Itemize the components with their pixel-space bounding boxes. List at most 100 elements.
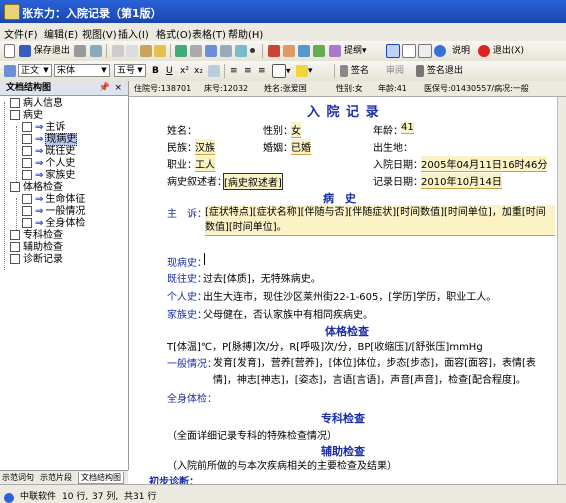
- spell-icon[interactable]: [313, 44, 325, 58]
- save-icon: [19, 44, 31, 57]
- sign-button[interactable]: 签名: [340, 64, 369, 78]
- grid-icon[interactable]: [220, 44, 232, 58]
- personal-history-value[interactable]: 出生大连市，现住沙区莱州街22-1-605，[学历]学历，职业工人。: [203, 288, 496, 303]
- underline-button[interactable]: U: [166, 64, 173, 78]
- age-value[interactable]: 41: [401, 122, 414, 134]
- name-label: 姓名：: [167, 126, 197, 137]
- dot-icon[interactable]: [250, 44, 255, 58]
- menu-file[interactable]: 文件(F): [4, 26, 38, 41]
- tree-item-patient-info[interactable]: 病人信息: [10, 98, 63, 110]
- style-icon[interactable]: [4, 64, 16, 78]
- copy-icon[interactable]: [126, 44, 138, 58]
- admission-number: 住院号:138701: [134, 84, 192, 93]
- pin-icon[interactable]: 📌: [99, 81, 110, 95]
- vitals-value[interactable]: T[体温]℃，P[脉搏]次/分，R[呼吸]次/分，BP[收缩压]/[舒张压]mm…: [167, 338, 483, 353]
- format-brush-icon[interactable]: [154, 44, 166, 58]
- total-lines: 共31 行: [124, 492, 157, 502]
- submit-button[interactable]: 提纲▾: [344, 44, 367, 58]
- record-date-value[interactable]: 2010年10月14日: [421, 173, 502, 189]
- font-select[interactable]: 宋体 ▼: [54, 64, 110, 77]
- family-history-value[interactable]: 父母健在，否认家族中有相同疾病史。: [203, 306, 373, 321]
- print-icon[interactable]: [74, 44, 86, 58]
- paste-icon[interactable]: [140, 44, 152, 58]
- settings-icon[interactable]: [283, 44, 295, 58]
- review-button[interactable]: 审阅: [386, 64, 404, 78]
- bold-button[interactable]: B: [152, 64, 159, 78]
- superscript-button[interactable]: x₂: [194, 64, 203, 78]
- tree-item-general-condition[interactable]: ⇒ 一般情况: [22, 206, 85, 218]
- narrator-value[interactable]: [病史叙述者]: [223, 173, 283, 190]
- tree-item-personal-history[interactable]: ⇒ 个人史: [22, 158, 75, 170]
- job-label: 职业：: [167, 160, 197, 171]
- help-button[interactable]: 说明: [452, 44, 470, 58]
- tree-item-history[interactable]: 病史: [10, 110, 43, 122]
- align-center-icon[interactable]: ≡: [244, 64, 252, 78]
- font-color-icon[interactable]: [208, 64, 220, 78]
- chief-complaint-value[interactable]: [症状特点][症状名称][伴随与否][伴随症状][时间数值][时间单位]，加重[…: [205, 205, 555, 236]
- tree-item-past-history[interactable]: ⇒ 既往史: [22, 146, 75, 158]
- job-value[interactable]: 工人: [195, 156, 215, 172]
- save-exit-button[interactable]: 保存退出: [19, 44, 70, 58]
- sign-exit-button[interactable]: 签名退出: [416, 64, 463, 78]
- personal-history-label: 个人史：: [167, 292, 207, 303]
- format-toolbar: 正文 ▼ 宋体 ▼ 五号 ▼ B U x² x₂ ≡ ≡ ≡ ▾ ▾ 签名 审阅 签名…: [0, 61, 566, 82]
- close-icon[interactable]: ×: [114, 81, 122, 95]
- marital-value[interactable]: 已婚: [291, 139, 311, 155]
- subscript-button[interactable]: x²: [180, 64, 189, 78]
- status-bar: 中联软件 10 行, 37 列, 共31 行: [0, 484, 566, 503]
- find-icon[interactable]: [298, 44, 310, 58]
- undo-icon[interactable]: [175, 44, 187, 58]
- menu-table[interactable]: 表格(T): [192, 26, 226, 41]
- auxiliary-value[interactable]: （入院前所做的与本次疾病相关的主要检查及结果）: [167, 457, 397, 472]
- document-editor[interactable]: 入 院 记 录 姓名： 性别： 女 年龄： 41 民族： 汉族 婚姻： 已婚 出…: [129, 97, 557, 484]
- info-icon[interactable]: [434, 44, 446, 58]
- style-select[interactable]: 正文 ▼: [18, 64, 52, 77]
- page-icon[interactable]: [418, 44, 432, 58]
- document-structure-panel: 文档结构图 📌 × 病人信息 病史 ⇒ 主诉 ⇒ 现病史 ⇒ 既往史 ⇒ 个人史 ⇒ 家族…: [0, 81, 129, 470]
- tree-item-auxiliary-exam[interactable]: 辅助检查: [10, 242, 63, 254]
- tree-item-present-history[interactable]: ⇒ 现病史: [22, 133, 78, 146]
- vertical-scrollbar[interactable]: [557, 97, 566, 484]
- tree-item-physical-exam[interactable]: 体格检查: [10, 182, 63, 194]
- tree-item-vital-signs[interactable]: ⇒ 生命体征: [22, 194, 85, 206]
- specialist-value[interactable]: （全面详细记录专科的特殊检查情况）: [167, 427, 337, 442]
- redo-icon[interactable]: [190, 44, 202, 58]
- tree-item-diagnosis[interactable]: 诊断记录: [10, 254, 63, 266]
- align-right-icon[interactable]: ≡: [258, 64, 266, 78]
- menu-format[interactable]: 格式(O): [156, 26, 192, 41]
- exit-button[interactable]: 退出(X): [478, 44, 524, 58]
- body-exam-label: 全身体检：: [167, 394, 217, 405]
- admit-date-value[interactable]: 2005年04月11日16时46分: [421, 156, 548, 172]
- cut-icon[interactable]: [112, 44, 124, 58]
- sign-exit-icon: [416, 64, 424, 77]
- highlight-icon[interactable]: ▾: [296, 64, 313, 78]
- doc-icon[interactable]: [402, 44, 416, 58]
- menu-insert[interactable]: 插入(I): [118, 26, 149, 41]
- past-history-value[interactable]: 过去[体质]，无特殊病史。: [203, 270, 321, 285]
- new-icon[interactable]: [4, 44, 15, 58]
- chart-icon[interactable]: [329, 44, 341, 58]
- tree-item-full-exam[interactable]: ⇒ 全身体检: [22, 218, 85, 230]
- preview-icon[interactable]: [90, 44, 102, 58]
- standard-toolbar: 保存退出 提纲▾ 说明 退出(X): [0, 41, 566, 62]
- menu-help[interactable]: 帮助(H): [228, 26, 263, 41]
- tab-sample-phrases[interactable]: 示范词句: [0, 472, 36, 483]
- link-icon[interactable]: [268, 44, 280, 58]
- gender-value[interactable]: 女: [291, 122, 301, 138]
- tab-document-structure[interactable]: 文档结构图: [78, 472, 124, 484]
- line-spacing-icon[interactable]: ▾: [272, 64, 291, 78]
- tree-item-specialist-exam[interactable]: 专科检查: [10, 230, 63, 242]
- general-value[interactable]: 发育[发育]，营养[营养]，[体位]体位，步态[步态]，面容[面容]，表情[表情…: [213, 355, 553, 389]
- menu-edit[interactable]: 编辑(E): [44, 26, 78, 41]
- size-select[interactable]: 五号 ▼: [114, 64, 146, 77]
- ethnic-value[interactable]: 汉族: [195, 139, 215, 155]
- text-cursor: [204, 253, 205, 265]
- narrator-label: 病史叙述者：: [167, 177, 227, 188]
- tab-sample-fragments[interactable]: 示范片段: [38, 472, 74, 483]
- menu-view[interactable]: 视图(V): [82, 26, 117, 41]
- align-left-icon[interactable]: ≡: [230, 64, 238, 78]
- image-icon[interactable]: [235, 44, 247, 58]
- tree-item-family-history[interactable]: ⇒ 家族史: [22, 170, 75, 182]
- view-icon[interactable]: [386, 44, 400, 58]
- table-icon[interactable]: [205, 44, 217, 58]
